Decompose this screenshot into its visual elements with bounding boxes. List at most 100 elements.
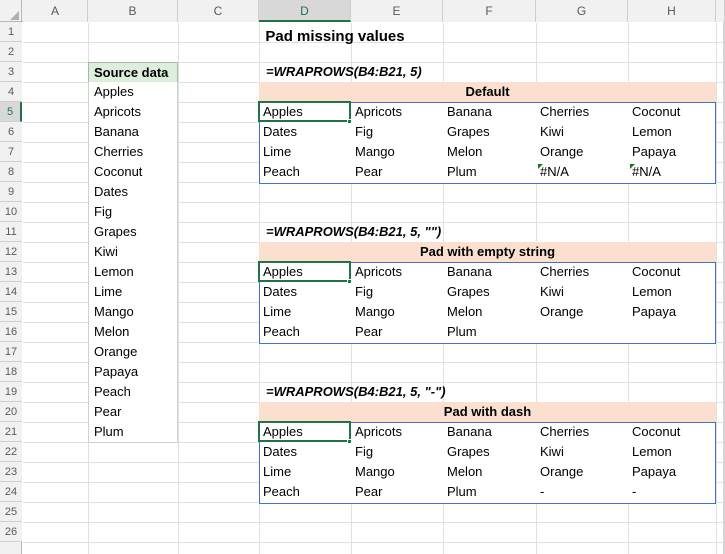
cell-grid[interactable]: Source data Apples Apricots Banana Cherries C… [23,23,725,554]
fill-handle[interactable] [347,439,352,444]
table-cell[interactable]: Cherries [536,422,628,442]
table-cell[interactable]: Cherries [536,262,628,282]
column-header-partial[interactable] [716,0,725,22]
source-data-item[interactable]: Apples [89,82,179,102]
table-cell[interactable]: Papaya [628,462,716,482]
table-cell[interactable]: Lemon [628,282,716,302]
source-data-item[interactable]: Mango [89,302,179,322]
table-cell[interactable]: Mango [351,302,443,322]
table-cell[interactable]: Lime [259,462,351,482]
row-header-18[interactable]: 18 [0,362,22,382]
row-header-20[interactable]: 20 [0,402,22,422]
fill-handle[interactable] [347,279,352,284]
row-header-2[interactable]: 2 [0,42,22,62]
source-data-item[interactable]: Lemon [89,262,179,282]
table-cell[interactable]: Grapes [443,122,536,142]
row-header-10[interactable]: 10 [0,202,22,222]
row-header-17[interactable]: 17 [0,342,22,362]
row-header-26[interactable]: 26 [0,522,22,542]
table-cell[interactable]: Grapes [443,442,536,462]
row-header-9[interactable]: 9 [0,182,22,202]
row-header-13[interactable]: 13 [0,262,22,282]
source-data-item[interactable]: Cherries [89,142,179,162]
table-cell[interactable]: Fig [351,282,443,302]
table-cell[interactable]: Peach [259,322,351,342]
source-data-item[interactable]: Dates [89,182,179,202]
table-cell[interactable]: Apples [259,422,351,442]
row-header-25[interactable]: 25 [0,502,22,522]
table-cell[interactable]: #N/A [536,162,628,182]
row-header-5[interactable]: 5 [0,102,22,122]
table-cell[interactable]: Pear [351,322,443,342]
column-header-f[interactable]: F [443,0,536,22]
row-header-21[interactable]: 21 [0,422,22,442]
table-cell[interactable]: Fig [351,442,443,462]
table-cell[interactable] [628,322,716,342]
table-cell[interactable]: Melon [443,302,536,322]
table-cell[interactable]: Lemon [628,122,716,142]
source-data-item[interactable]: Melon [89,322,179,342]
table-cell[interactable]: #N/A [628,162,716,182]
source-data-item[interactable]: Apricots [89,102,179,122]
table-cell[interactable]: Banana [443,102,536,122]
row-header-11[interactable]: 11 [0,222,22,242]
column-header-g[interactable]: G [536,0,628,22]
table-cell[interactable]: Apples [259,102,351,122]
source-data-item[interactable]: Orange [89,342,179,362]
row-header-7[interactable]: 7 [0,142,22,162]
column-header-d[interactable]: D [259,0,351,22]
table-cell[interactable]: Papaya [628,302,716,322]
column-header-c[interactable]: C [178,0,259,22]
source-data-item[interactable]: Grapes [89,222,179,242]
table-cell[interactable]: Peach [259,162,351,182]
source-data-item[interactable]: Papaya [89,362,179,382]
source-data-item[interactable]: Lime [89,282,179,302]
row-header-22[interactable]: 22 [0,442,22,462]
table-cell[interactable]: Apricots [351,422,443,442]
source-data-item[interactable]: Kiwi [89,242,179,262]
table-cell[interactable]: Dates [259,442,351,462]
row-header-14[interactable]: 14 [0,282,22,302]
table-cell[interactable]: Kiwi [536,122,628,142]
table-cell[interactable]: Apples [259,262,351,282]
table-cell[interactable]: Coconut [628,262,716,282]
row-header-12[interactable]: 12 [0,242,22,262]
table-cell[interactable]: Lime [259,302,351,322]
table-cell[interactable]: Cherries [536,102,628,122]
table-cell[interactable]: Kiwi [536,442,628,462]
table-cell[interactable]: Melon [443,462,536,482]
table-cell[interactable]: Melon [443,142,536,162]
table-cell[interactable]: - [536,482,628,502]
source-data-item[interactable]: Banana [89,122,179,142]
row-header-4[interactable]: 4 [0,82,22,102]
source-data-item[interactable]: Peach [89,382,179,402]
table-cell[interactable]: Kiwi [536,282,628,302]
table-cell[interactable]: Apricots [351,262,443,282]
row-header-23[interactable]: 23 [0,462,22,482]
table-cell[interactable]: Mango [351,142,443,162]
table-cell[interactable]: Peach [259,482,351,502]
table-cell[interactable]: Banana [443,422,536,442]
table-cell[interactable]: Coconut [628,102,716,122]
source-data-item[interactable]: Fig [89,202,179,222]
row-header-16[interactable]: 16 [0,322,22,342]
fill-handle[interactable] [347,119,352,124]
table-cell[interactable]: Mango [351,462,443,482]
table-cell[interactable] [536,322,628,342]
row-header-1[interactable]: 1 [0,22,22,42]
table-cell[interactable]: Orange [536,142,628,162]
table-cell[interactable]: Dates [259,122,351,142]
table-cell[interactable]: Plum [443,162,536,182]
table-cell[interactable]: Lemon [628,442,716,462]
table-cell[interactable]: Apricots [351,102,443,122]
select-all-corner[interactable] [0,0,22,22]
column-header-b[interactable]: B [88,0,178,22]
table-cell[interactable]: Coconut [628,422,716,442]
row-header-6[interactable]: 6 [0,122,22,142]
table-cell[interactable]: - [628,482,716,502]
table-cell[interactable]: Papaya [628,142,716,162]
column-header-e[interactable]: E [351,0,443,22]
row-header-24[interactable]: 24 [0,482,22,502]
row-header-19[interactable]: 19 [0,382,22,402]
table-cell[interactable]: Banana [443,262,536,282]
